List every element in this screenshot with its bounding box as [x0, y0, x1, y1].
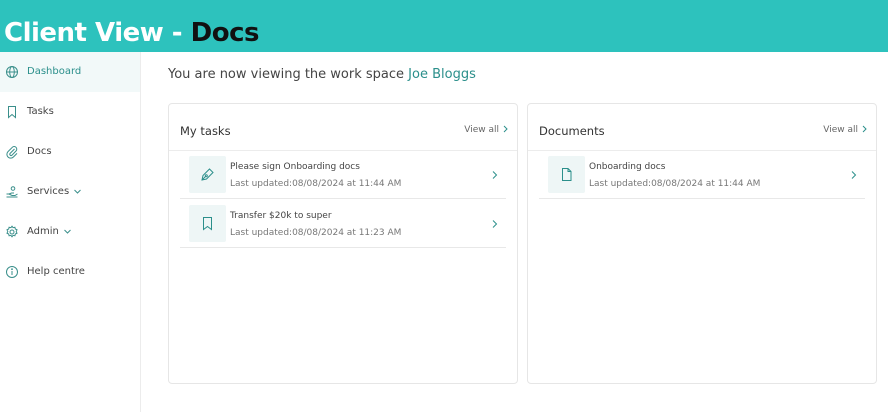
document-title: Onboarding docs: [589, 162, 666, 172]
sidebar: Dashboard Tasks Docs Services Admin Help…: [0, 52, 141, 412]
task-last-updated: Last updated:08/08/2024 at 11:23 AM: [230, 228, 402, 238]
sidebar-item-label: Docs: [27, 146, 52, 157]
sidebar-item-docs[interactable]: Docs: [0, 132, 140, 172]
sidebar-item-label: Services: [27, 185, 82, 199]
info-icon: [5, 265, 19, 279]
sidebar-item-tasks[interactable]: Tasks: [0, 92, 140, 132]
file-icon: [562, 168, 572, 181]
sidebar-item-help-centre[interactable]: Help centre: [0, 252, 140, 292]
sidebar-item-label-text: Admin: [27, 226, 59, 237]
chevron-right-icon: [492, 171, 498, 179]
gear-icon: [5, 225, 19, 239]
card-title: Documents: [539, 124, 605, 138]
chevron-down-icon: [74, 189, 82, 194]
task-icon-tile: [189, 156, 226, 193]
sidebar-item-label-text: Services: [27, 186, 70, 197]
sidebar-item-services[interactable]: Services: [0, 172, 140, 212]
task-icon-tile: [189, 205, 226, 242]
paperclip-icon: [5, 145, 19, 159]
workspace-welcome: You are now viewing the work space Joe B…: [168, 66, 476, 84]
globe-icon: [5, 65, 19, 79]
documents-card: Documents View all Onboarding docs Last …: [527, 103, 877, 384]
sidebar-item-label: Dashboard: [27, 66, 82, 77]
sidebar-item-label: Help centre: [27, 266, 85, 277]
sidebar-item-dashboard[interactable]: Dashboard: [0, 52, 140, 92]
card-title: My tasks: [180, 124, 231, 138]
chevron-down-icon: [64, 229, 71, 234]
banner-title: Client View - Docs: [4, 13, 260, 53]
chevron-right-icon: [862, 125, 867, 133]
hand-icon: [5, 185, 19, 199]
sidebar-item-label: Admin: [27, 225, 72, 239]
view-all-documents-link[interactable]: View all: [823, 123, 868, 137]
banner-title-client-view: Client View -: [4, 18, 191, 48]
header-banner: Client View - Docs: [0, 0, 888, 52]
chevron-right-icon: [503, 125, 508, 133]
sidebar-item-admin[interactable]: Admin: [0, 212, 140, 252]
view-all-tasks-link[interactable]: View all: [464, 123, 509, 137]
chevron-right-icon: [492, 220, 498, 228]
document-icon-tile: [548, 156, 585, 193]
view-all-label: View all: [464, 125, 499, 135]
chevron-right-icon: [851, 171, 857, 179]
task-last-updated: Last updated:08/08/2024 at 11:44 AM: [230, 179, 402, 189]
workspace-owner-name[interactable]: Joe Bloggs: [408, 67, 476, 82]
pen-icon: [201, 168, 214, 181]
sidebar-item-label: Tasks: [27, 106, 54, 117]
task-title: Please sign Onboarding docs: [230, 162, 360, 172]
view-all-label: View all: [823, 125, 858, 135]
document-last-updated: Last updated:08/08/2024 at 11:44 AM: [589, 179, 761, 189]
task-row[interactable]: Please sign Onboarding docs Last updated…: [180, 151, 506, 199]
welcome-prefix: You are now viewing the work space: [168, 67, 405, 82]
bookmark-icon: [5, 105, 19, 119]
task-title: Transfer $20k to super: [230, 211, 332, 221]
task-row[interactable]: Transfer $20k to super Last updated:08/0…: [180, 200, 506, 248]
my-tasks-card: My tasks View all Please sign Onboarding…: [168, 103, 518, 384]
bookmark-icon: [203, 217, 212, 231]
banner-title-docs: Docs: [190, 18, 260, 48]
document-row[interactable]: Onboarding docs Last updated:08/08/2024 …: [539, 151, 865, 199]
